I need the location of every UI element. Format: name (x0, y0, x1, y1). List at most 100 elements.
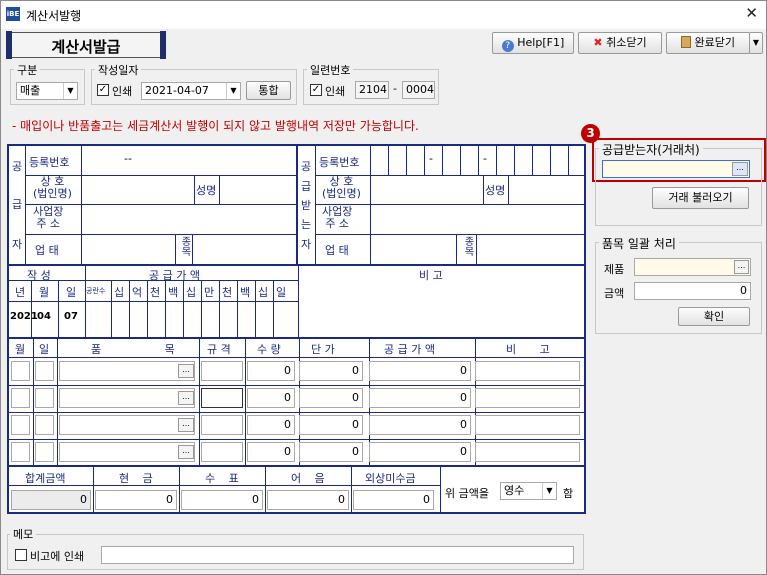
items-header-qty: 수 량 (257, 343, 281, 356)
item-month-input[interactable] (11, 415, 30, 435)
buyer-lookup-button[interactable]: ... (732, 162, 748, 176)
date-group-label: 작성일자 (95, 62, 142, 78)
cancel-label: 취소닫기 (606, 36, 647, 49)
totals-header-note: 어 음 (291, 472, 325, 485)
help-button[interactable]: ? Help[F1] (492, 32, 574, 54)
item-amount-input[interactable]: 0 (369, 415, 471, 435)
item-month-input[interactable] (11, 361, 30, 381)
item-month-input[interactable] (11, 442, 30, 462)
digit-header-1: 십 (114, 286, 125, 299)
item-amount-input[interactable]: 0 (369, 361, 471, 381)
item-day-input[interactable] (35, 442, 54, 462)
cancel-close-button[interactable]: ✖ 취소닫기 (578, 32, 662, 54)
confirm-button[interactable]: 확인 (678, 307, 750, 326)
item-product-input[interactable] (59, 388, 195, 408)
item-product-ellipsis-button[interactable]: ... (178, 364, 194, 378)
serial-print-checkbox[interactable]: ✓ (310, 84, 322, 96)
item-qty-input[interactable]: 0 (247, 388, 295, 408)
help-icon: ? (501, 40, 514, 52)
window-title: 계산서발행 (26, 9, 82, 23)
item-product-input[interactable] (59, 415, 195, 435)
item-amount-input[interactable]: 0 (369, 388, 471, 408)
totals-header-sum: 합계금액 (25, 472, 66, 485)
supplier-reg-no-value: -- (124, 152, 132, 165)
close-icon[interactable]: ✕ (745, 4, 758, 22)
buyer-address-label: 사업장 주 소 (322, 205, 353, 230)
done-close-button[interactable]: 완료닫기 (666, 32, 750, 54)
category-select[interactable]: 매출 ▼ (16, 82, 78, 100)
serial-dash: - (393, 82, 397, 95)
buyer-reg-no-label: 등록번호 (319, 156, 360, 169)
written-label: 작 성 (27, 269, 51, 282)
item-price-input[interactable]: 0 (299, 361, 363, 381)
item-spec-input[interactable] (201, 361, 243, 381)
memo-print-checkbox[interactable] (15, 549, 27, 561)
memo-input[interactable] (101, 546, 574, 564)
supplier-reg-no-label: 등록번호 (29, 156, 70, 169)
buyer-side-label-3: 받 (301, 199, 312, 212)
receipt-type-select[interactable]: 영수 ▼ (500, 482, 557, 500)
item-remarks-input[interactable] (475, 388, 580, 408)
buyer-reg-dash-2: - (483, 152, 487, 165)
supply-amount-label: 공 급 가 액 (149, 269, 200, 282)
item-day-input[interactable] (35, 388, 54, 408)
digit-header-9: 십 (258, 286, 269, 299)
item-price-input[interactable]: 0 (299, 415, 363, 435)
item-spec-input[interactable] (201, 442, 243, 462)
item-product-ellipsis-button[interactable]: ... (178, 418, 194, 432)
digit-header-3: 천 (150, 286, 161, 299)
digit-header-5: 십 (186, 286, 197, 299)
product-lookup-button[interactable]: ... (734, 260, 749, 274)
date-print-checkbox[interactable]: ✓ (97, 84, 109, 96)
product-label: 제품 (604, 263, 625, 276)
buyer-input[interactable] (602, 160, 750, 178)
item-price-input[interactable]: 0 (299, 388, 363, 408)
item-product-input[interactable] (59, 361, 195, 381)
supplier-side-label-1: 공 (12, 160, 23, 173)
merge-button[interactable]: 통합 (246, 81, 291, 100)
load-transaction-button[interactable]: 거래 불러오기 (652, 187, 749, 209)
item-price-input[interactable]: 0 (299, 442, 363, 462)
item-amount-input[interactable]: 0 (369, 442, 471, 462)
item-product-input[interactable] (59, 442, 195, 462)
serial-group-label: 일련번호 (307, 62, 354, 78)
total-check-input[interactable]: 0 (181, 490, 263, 510)
supplier-side-label-3: 자 (12, 238, 23, 251)
total-credit-input[interactable]: 0 (353, 490, 434, 510)
item-month-input[interactable] (11, 388, 30, 408)
item-remarks-input[interactable] (475, 361, 580, 381)
item-spec-input[interactable] (201, 388, 243, 408)
remarks-label: 비 고 (419, 269, 443, 282)
window: iBE 계산서발행 ✕ 계산서발급 ? Help[F1] ✖ 취소닫기 완료닫기… (0, 0, 767, 575)
serial-b-field[interactable]: 0004 (402, 81, 435, 99)
item-remarks-input[interactable] (475, 442, 580, 462)
form-title-box: 계산서발급 (6, 31, 166, 59)
memo-group-label: 메모 (10, 526, 37, 542)
chevron-down-icon: ▼ (542, 483, 556, 499)
serial-a-field[interactable]: 2104 (355, 81, 389, 99)
amount-label: 금액 (604, 287, 625, 300)
digit-header-10: 일 (276, 286, 287, 299)
memo-print-label: 비고에 인쇄 (30, 550, 85, 563)
month-header: 월 (39, 286, 50, 299)
item-product-ellipsis-button[interactable]: ... (178, 391, 194, 405)
buyer-biz-type-label: 업 태 (325, 244, 349, 257)
items-header-remarks: 비 고 (506, 343, 550, 356)
item-qty-input[interactable]: 0 (247, 442, 295, 462)
totals-header-check: 수 표 (205, 472, 239, 485)
total-note-input[interactable]: 0 (267, 490, 349, 510)
item-remarks-input[interactable] (475, 415, 580, 435)
digit-header-7: 천 (222, 286, 233, 299)
items-header-day: 일 (39, 343, 50, 356)
total-cash-input[interactable]: 0 (95, 490, 177, 510)
summary-month: 04 (37, 311, 51, 322)
done-dropdown-button[interactable]: ▼ (749, 32, 763, 54)
item-spec-input[interactable] (201, 415, 243, 435)
item-qty-input[interactable]: 0 (247, 361, 295, 381)
amount-input[interactable]: 0 (634, 282, 751, 300)
item-day-input[interactable] (35, 415, 54, 435)
date-field[interactable]: 2021-04-07 ▼ (141, 82, 241, 100)
item-day-input[interactable] (35, 361, 54, 381)
item-qty-input[interactable]: 0 (247, 415, 295, 435)
item-product-ellipsis-button[interactable]: ... (178, 445, 194, 459)
